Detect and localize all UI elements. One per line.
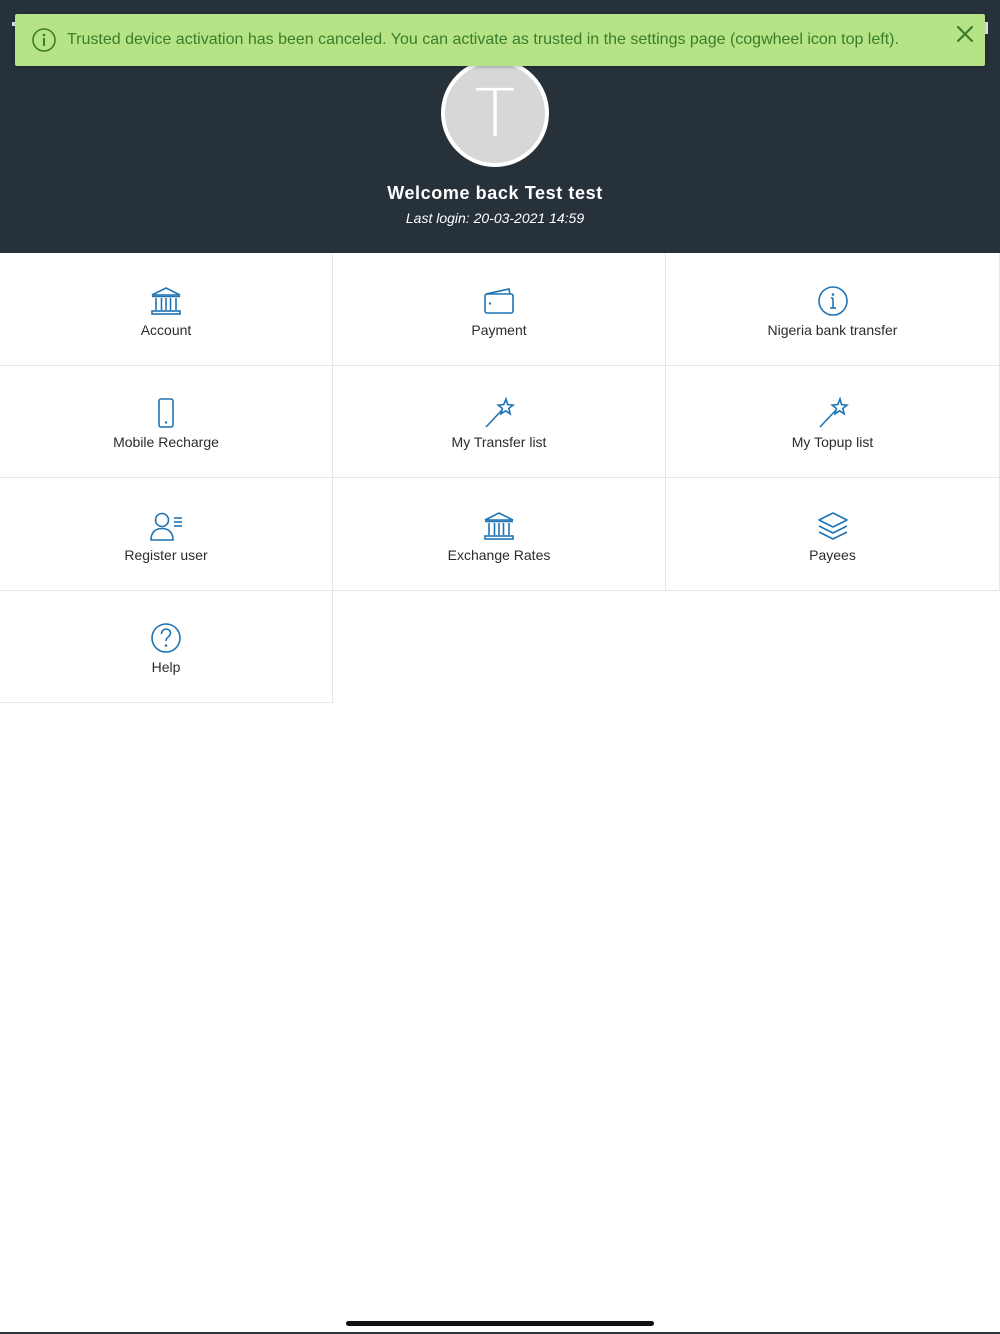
layers-icon	[817, 511, 848, 540]
menu-item-my-transfer-list[interactable]: My Transfer list	[333, 365, 666, 478]
menu-item-exchange-rates[interactable]: Exchange Rates	[333, 478, 666, 591]
avatar-letter: T	[474, 74, 516, 152]
notification-toast: Trusted device activation has been cance…	[15, 14, 985, 66]
magic-wand-icon	[818, 396, 849, 428]
menu-item-label: Mobile Recharge	[113, 434, 219, 451]
menu-item-label: Help	[151, 659, 181, 676]
menu-grid: Account Payment Nigeria bank transfer Mo…	[0, 253, 1000, 703]
question-circle-icon	[151, 623, 181, 654]
close-icon[interactable]	[953, 22, 977, 46]
menu-item-account[interactable]: Account	[0, 253, 333, 366]
menu-item-my-topup-list[interactable]: My Topup list	[666, 365, 1000, 478]
home-indicator[interactable]	[346, 1321, 654, 1326]
menu-item-register-user[interactable]: Register user	[0, 478, 333, 591]
bank-icon	[484, 511, 514, 540]
menu-item-label: Payees	[809, 546, 856, 563]
wallet-icon	[484, 287, 514, 314]
menu-item-mobile-recharge[interactable]: Mobile Recharge	[0, 365, 333, 478]
toast-message: Trusted device activation has been cance…	[67, 31, 899, 48]
menu-item-payees[interactable]: Payees	[666, 478, 1000, 591]
menu-item-label: Exchange Rates	[447, 546, 551, 563]
menu-item-label: Payment	[471, 321, 527, 338]
menu-item-help[interactable]: Help	[0, 590, 333, 703]
avatar: T	[441, 59, 549, 167]
welcome-text: Welcome back Test test	[387, 183, 603, 203]
user-list-icon	[150, 512, 182, 541]
menu-item-payment[interactable]: Payment	[333, 253, 666, 366]
menu-item-label: Register user	[124, 546, 208, 563]
magic-wand-icon	[485, 396, 516, 428]
menu-item-label: Nigeria bank transfer	[767, 321, 898, 338]
menu-item-label: Account	[140, 321, 192, 338]
bank-icon	[151, 286, 181, 315]
menu-item-label: My Topup list	[791, 434, 874, 451]
info-circle-icon	[817, 285, 848, 316]
menu-item-label: My Transfer list	[451, 434, 547, 451]
menu-item-nigeria-bank-transfer[interactable]: Nigeria bank transfer	[666, 253, 1000, 366]
mobile-phone-icon	[158, 398, 174, 429]
info-circle-icon	[32, 28, 56, 52]
last-login-text: Last login: 20-03-2021 14:59	[405, 210, 585, 226]
